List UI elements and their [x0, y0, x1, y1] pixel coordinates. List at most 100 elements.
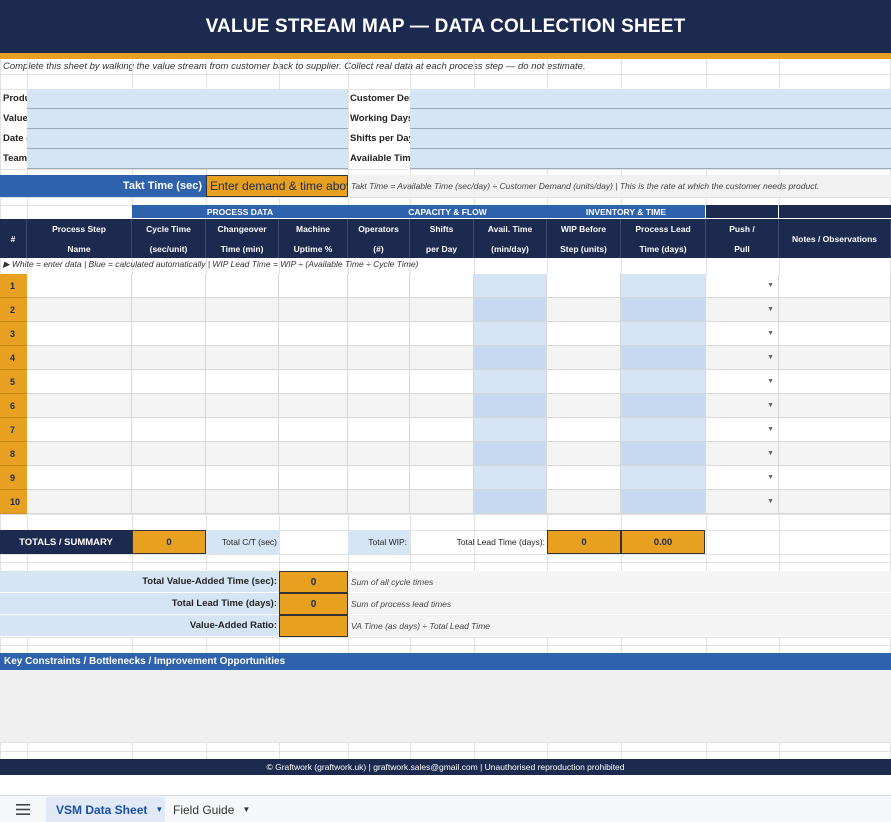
chevron-down-icon[interactable]: ▼ [767, 282, 774, 289]
table-cell[interactable] [547, 394, 621, 418]
table-cell[interactable] [27, 274, 132, 298]
table-cell[interactable] [279, 442, 348, 466]
chevron-down-icon[interactable]: ▼ [242, 805, 250, 814]
table-cell[interactable] [547, 298, 621, 322]
chevron-down-icon[interactable]: ▼ [767, 474, 774, 481]
table-cell[interactable] [132, 466, 206, 490]
table-cell[interactable] [348, 442, 410, 466]
table-cell[interactable] [348, 490, 410, 514]
table-cell[interactable] [206, 442, 279, 466]
chevron-down-icon[interactable]: ▼ [767, 426, 774, 433]
table-cell[interactable] [779, 274, 891, 298]
table-cell[interactable] [547, 490, 621, 514]
table-cell[interactable] [206, 466, 279, 490]
info-input-working-days[interactable] [410, 109, 891, 129]
table-cell[interactable] [132, 298, 206, 322]
table-cell[interactable] [132, 394, 206, 418]
table-cell[interactable] [779, 346, 891, 370]
table-cell[interactable] [779, 298, 891, 322]
table-cell[interactable] [348, 298, 410, 322]
push-pull-dropdown[interactable]: ▼ [706, 418, 779, 442]
table-cell[interactable] [27, 490, 132, 514]
info-input-product[interactable] [27, 89, 348, 109]
table-cell[interactable] [779, 418, 891, 442]
table-cell[interactable] [410, 322, 474, 346]
table-cell[interactable] [348, 322, 410, 346]
table-cell[interactable] [27, 442, 132, 466]
chevron-down-icon[interactable]: ▼ [155, 805, 163, 814]
table-cell[interactable] [410, 346, 474, 370]
push-pull-dropdown[interactable]: ▼ [706, 274, 779, 298]
info-input-shifts-per-day[interactable] [410, 129, 891, 149]
table-cell[interactable] [547, 346, 621, 370]
table-cell[interactable] [279, 370, 348, 394]
info-input-available-time[interactable] [410, 149, 891, 169]
table-cell[interactable] [410, 418, 474, 442]
table-cell[interactable] [206, 370, 279, 394]
table-cell[interactable] [410, 442, 474, 466]
push-pull-dropdown[interactable]: ▼ [706, 322, 779, 346]
table-cell[interactable] [279, 466, 348, 490]
table-cell[interactable] [410, 394, 474, 418]
table-cell[interactable] [348, 346, 410, 370]
table-cell[interactable] [547, 322, 621, 346]
table-cell[interactable] [132, 346, 206, 370]
table-cell[interactable] [132, 490, 206, 514]
table-cell[interactable] [547, 442, 621, 466]
table-cell[interactable] [410, 466, 474, 490]
table-cell[interactable] [27, 322, 132, 346]
table-cell[interactable] [132, 322, 206, 346]
table-cell[interactable] [348, 370, 410, 394]
table-cell[interactable] [348, 418, 410, 442]
table-cell[interactable] [27, 394, 132, 418]
push-pull-dropdown[interactable]: ▼ [706, 394, 779, 418]
table-cell[interactable] [206, 322, 279, 346]
all-sheets-menu-icon[interactable] [14, 801, 32, 817]
table-cell[interactable] [27, 298, 132, 322]
push-pull-dropdown[interactable]: ▼ [706, 298, 779, 322]
table-cell[interactable] [279, 322, 348, 346]
chevron-down-icon[interactable]: ▼ [767, 330, 774, 337]
table-cell[interactable] [547, 418, 621, 442]
info-input-customer-demand[interactable] [410, 89, 891, 109]
takt-time-value[interactable]: Enter demand & time above [206, 175, 348, 197]
table-cell[interactable] [279, 394, 348, 418]
table-cell[interactable] [410, 490, 474, 514]
push-pull-dropdown[interactable]: ▼ [706, 346, 779, 370]
table-cell[interactable] [132, 370, 206, 394]
table-cell[interactable] [206, 298, 279, 322]
table-cell[interactable] [132, 418, 206, 442]
chevron-down-icon[interactable]: ▼ [767, 378, 774, 385]
table-cell[interactable] [206, 418, 279, 442]
push-pull-dropdown[interactable]: ▼ [706, 490, 779, 514]
table-cell[interactable] [348, 466, 410, 490]
table-cell[interactable] [547, 274, 621, 298]
table-cell[interactable] [206, 274, 279, 298]
chevron-down-icon[interactable]: ▼ [767, 402, 774, 409]
sheet-tab-vsm-data-sheet[interactable]: VSM Data Sheet ▼ [46, 797, 165, 822]
constraints-input-area[interactable] [0, 670, 891, 742]
chevron-down-icon[interactable]: ▼ [767, 498, 774, 505]
table-cell[interactable] [132, 274, 206, 298]
table-cell[interactable] [206, 490, 279, 514]
info-input-date[interactable] [27, 129, 348, 149]
table-cell[interactable] [410, 370, 474, 394]
table-cell[interactable] [27, 418, 132, 442]
table-cell[interactable] [547, 370, 621, 394]
table-cell[interactable] [779, 370, 891, 394]
chevron-down-icon[interactable]: ▼ [767, 354, 774, 361]
chevron-down-icon[interactable]: ▼ [767, 450, 774, 457]
table-cell[interactable] [779, 394, 891, 418]
table-cell[interactable] [27, 346, 132, 370]
table-cell[interactable] [279, 346, 348, 370]
table-cell[interactable] [348, 394, 410, 418]
info-input-team[interactable] [27, 149, 348, 169]
table-cell[interactable] [348, 274, 410, 298]
sheet-tab-field-guide[interactable]: Field Guide ▼ [173, 797, 263, 822]
table-cell[interactable] [279, 274, 348, 298]
table-cell[interactable] [132, 442, 206, 466]
push-pull-dropdown[interactable]: ▼ [706, 370, 779, 394]
table-cell[interactable] [410, 274, 474, 298]
info-input-value-stream[interactable] [27, 109, 348, 129]
chevron-down-icon[interactable]: ▼ [767, 306, 774, 313]
